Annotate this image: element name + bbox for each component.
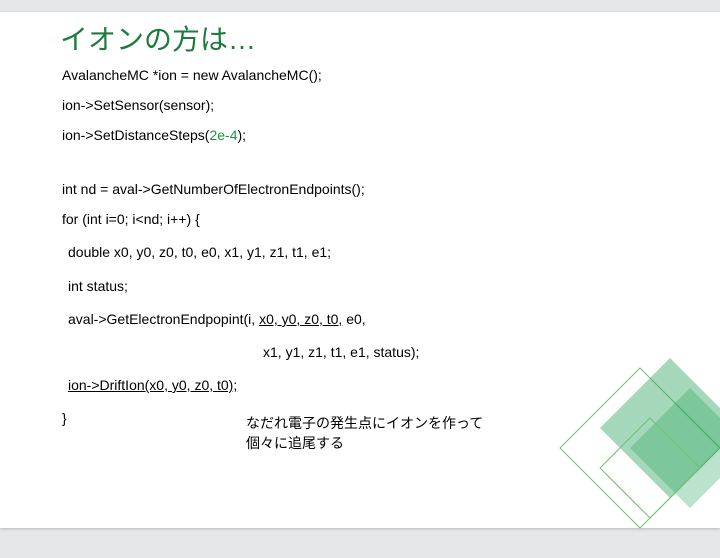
code-line-5: for (int i=0; i<nd; i++) { bbox=[62, 211, 200, 227]
code-line-3-post: ); bbox=[238, 127, 247, 143]
code-line-8-underline: x0, y0, z0, t0, bbox=[259, 311, 342, 327]
code-line-4: int nd = aval->GetNumberOfElectronEndpoi… bbox=[62, 181, 365, 197]
code-line-9: ion->DriftIon(x0, y0, z0, t0); bbox=[68, 377, 237, 393]
note-line-1: なだれ電子の発生点にイオンを作って bbox=[246, 413, 483, 433]
code-line-8-post: e0, bbox=[342, 311, 365, 327]
code-line-3: ion->SetDistanceSteps(2e-4); bbox=[62, 127, 246, 143]
code-line-3-green: 2e-4 bbox=[209, 127, 237, 143]
code-line-1: AvalancheMC *ion = new AvalancheMC(); bbox=[62, 67, 322, 83]
code-line-8-pre: aval->GetElectronEndpopint(i, bbox=[68, 311, 259, 327]
slide: イオンの方は… AvalancheMC *ion = new Avalanche… bbox=[0, 12, 720, 528]
code-line-8: aval->GetElectronEndpopint(i, x0, y0, z0… bbox=[68, 311, 366, 327]
code-line-7: int status; bbox=[68, 278, 128, 294]
leaf-decoration-icon bbox=[530, 338, 720, 558]
code-line-10: } bbox=[62, 410, 67, 426]
slide-title: イオンの方は… bbox=[60, 18, 256, 58]
code-line-2: ion->SetSensor(sensor); bbox=[62, 97, 214, 113]
code-line-8b: x1, y1, z1, t1, e1, status); bbox=[263, 344, 419, 360]
code-line-3-pre: ion->SetDistanceSteps( bbox=[62, 127, 209, 143]
note-line-2: 個々に追尾する bbox=[246, 433, 344, 453]
code-line-6: double x0, y0, z0, t0, e0, x1, y1, z1, t… bbox=[68, 244, 331, 260]
